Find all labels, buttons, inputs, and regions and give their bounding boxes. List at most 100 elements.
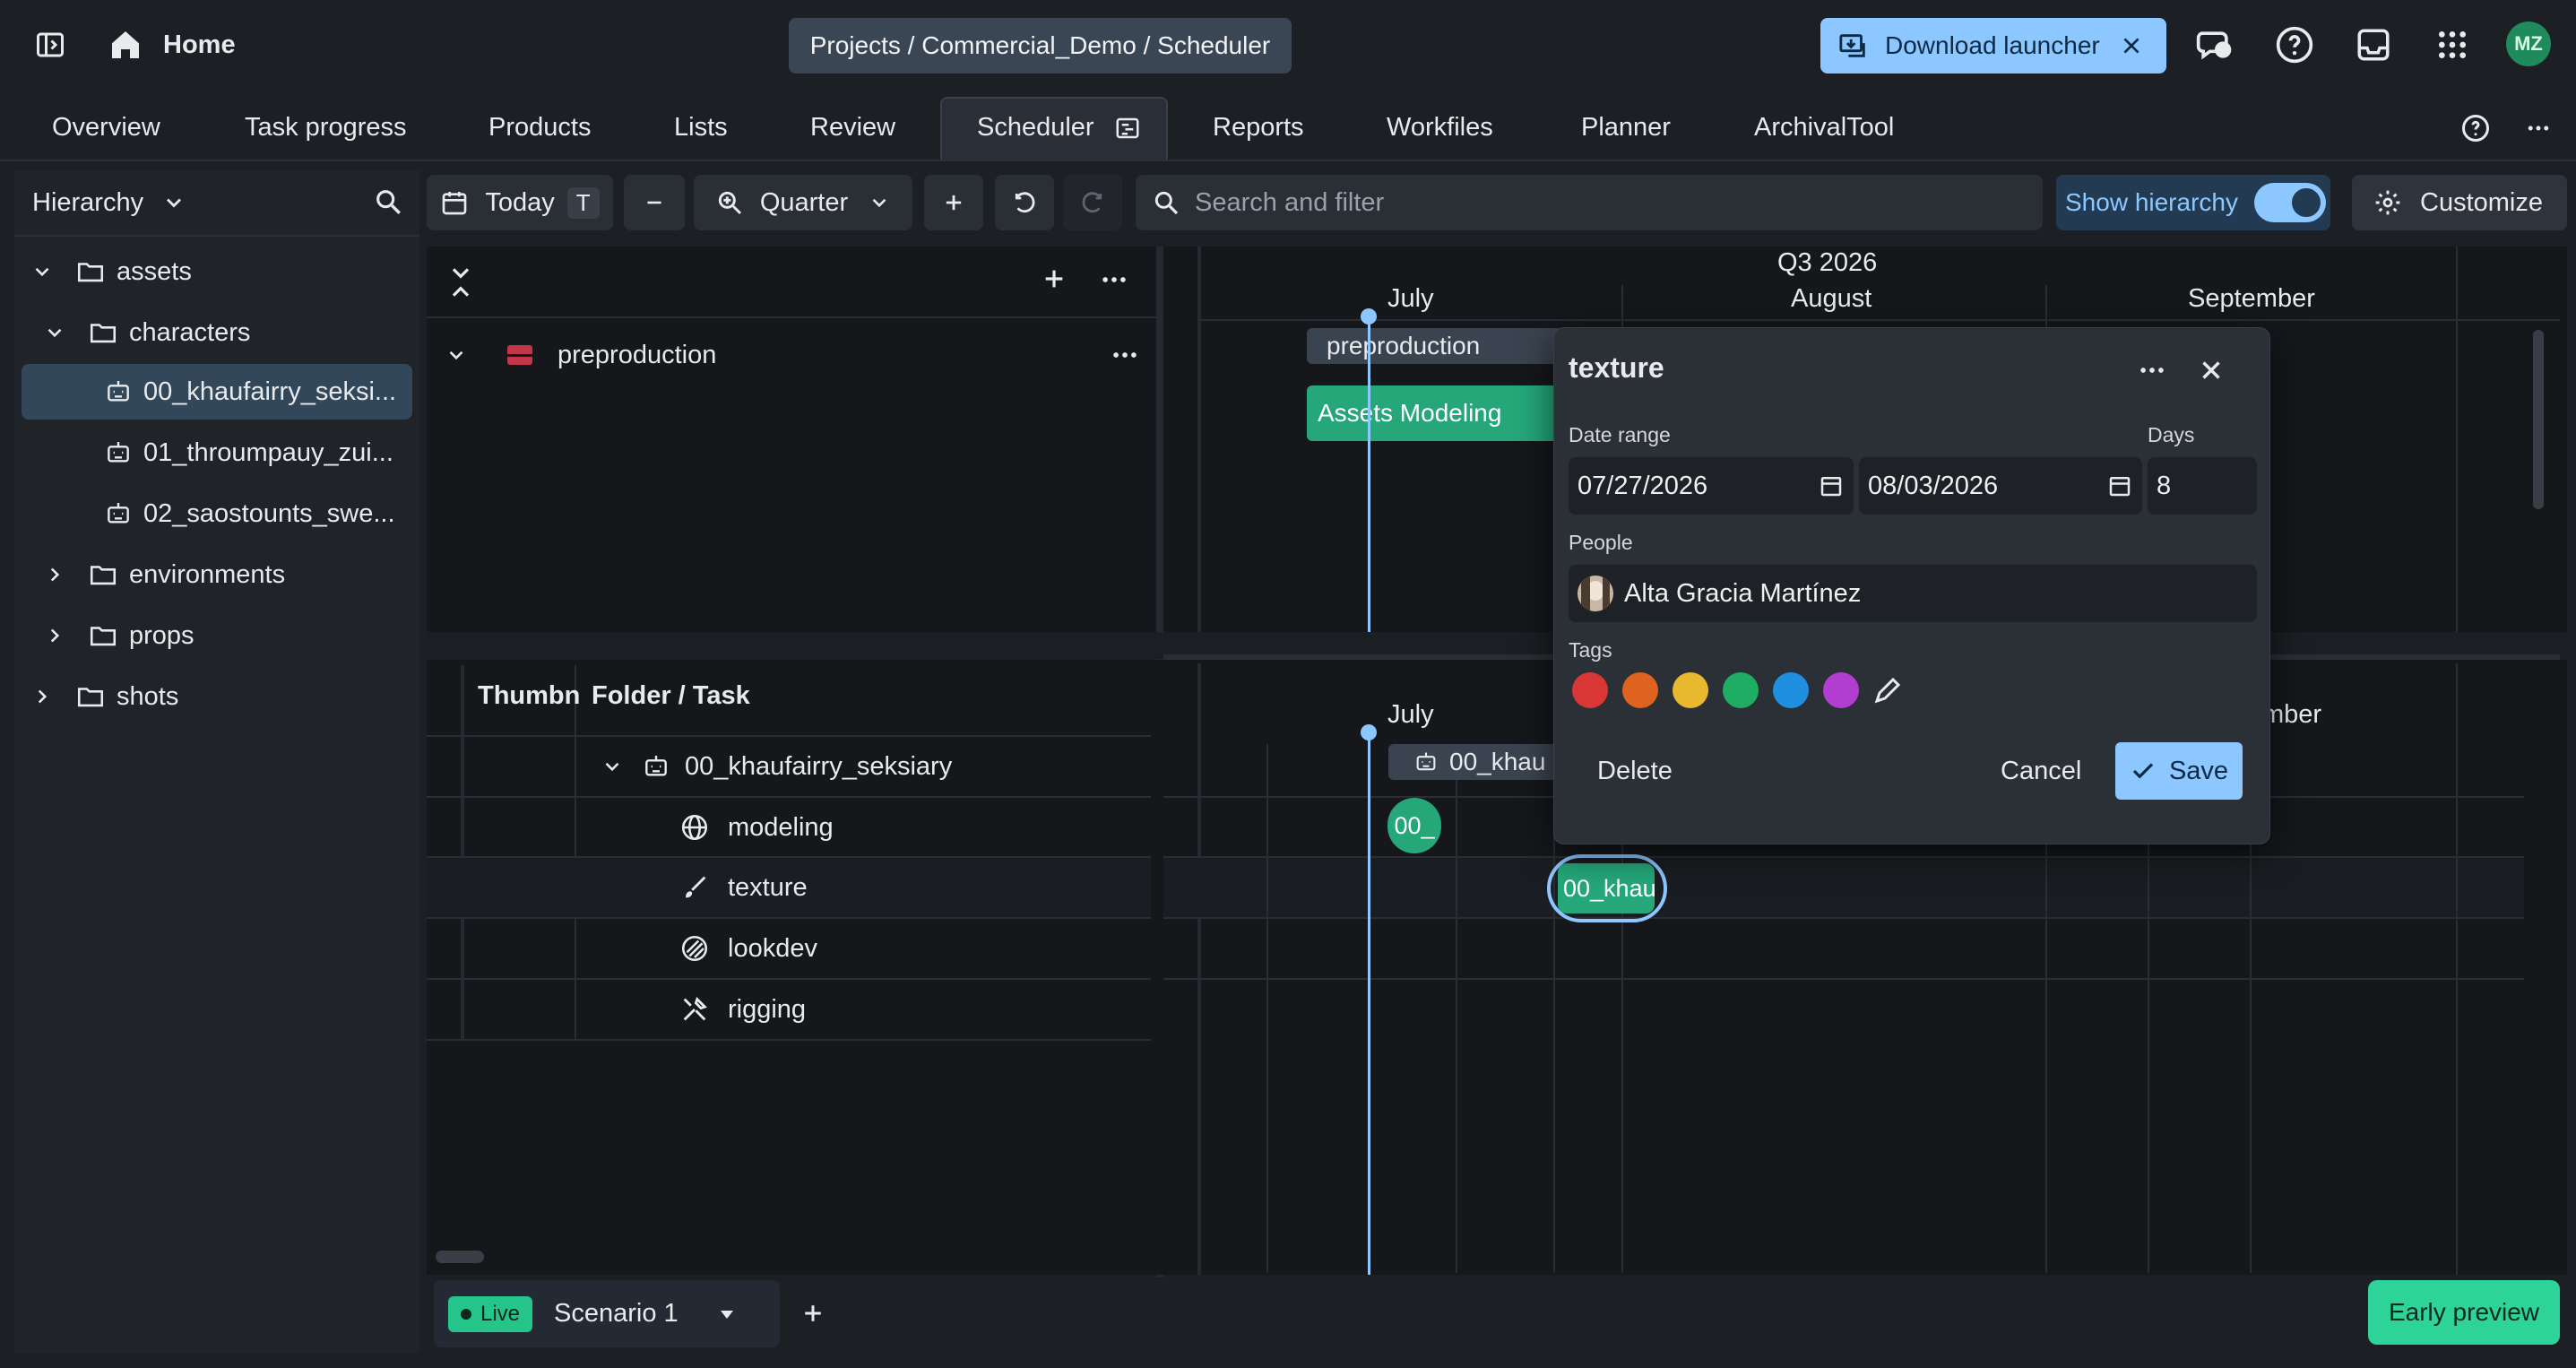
tab-task-progress[interactable]: Task progress [245, 94, 407, 161]
tab-workfiles[interactable]: Workfiles [1387, 94, 1493, 161]
tab-scheduler[interactable]: Scheduler [977, 94, 1141, 161]
early-preview-button[interactable]: Early preview [2368, 1280, 2560, 1345]
delete-button[interactable]: Delete [1597, 757, 1673, 786]
table-row[interactable]: 00_khaufairry_seksiary [592, 737, 1147, 796]
people-input[interactable]: Alta Gracia Martínez [1569, 565, 2257, 622]
task-bar-modeling[interactable]: 00_ [1387, 798, 1441, 853]
tree-item-01-throumpauy[interactable]: 01_throumpauy_zui... [104, 425, 393, 481]
chat-icon[interactable] [2190, 20, 2240, 70]
asset-icon [642, 752, 670, 781]
tag-yellow[interactable] [1673, 672, 1708, 708]
row-label: texture [728, 872, 808, 902]
tag-red[interactable] [1572, 672, 1608, 708]
save-button[interactable]: Save [2115, 742, 2243, 800]
chevron-down-icon[interactable] [30, 260, 63, 283]
calendar-icon[interactable] [1818, 472, 1845, 499]
tag-green[interactable] [1723, 672, 1759, 708]
horizontal-scrollbar[interactable] [436, 1251, 484, 1263]
tag-orange[interactable] [1622, 672, 1658, 708]
close-icon[interactable] [2120, 34, 2143, 57]
tree-item-characters[interactable]: characters [43, 305, 250, 360]
pencil-icon[interactable] [1871, 674, 1904, 706]
download-launcher-banner[interactable]: Download launcher [1820, 18, 2166, 74]
add-scenario-icon[interactable] [800, 1300, 826, 1327]
tree-item-assets[interactable]: assets [30, 244, 192, 299]
more-icon[interactable] [2137, 355, 2167, 385]
chevron-down-icon [868, 191, 891, 214]
apps-grid-icon[interactable] [2427, 20, 2477, 70]
popover-title: texture [1569, 351, 1664, 384]
calendar-icon[interactable] [2106, 472, 2133, 499]
tab-lists[interactable]: Lists [674, 94, 728, 161]
tab-reports[interactable]: Reports [1213, 94, 1304, 161]
caret-down-icon[interactable] [716, 1303, 738, 1325]
vertical-scrollbar[interactable] [2533, 330, 2544, 509]
tag-purple[interactable] [1823, 672, 1859, 708]
help-circle-icon[interactable] [2451, 103, 2501, 153]
more-icon[interactable] [1099, 264, 1129, 295]
tab-bar: Overview Task progress Products Lists Re… [0, 94, 2576, 161]
tab-archivaltool[interactable]: ArchivalTool [1754, 94, 1894, 161]
tree-item-label: shots [117, 681, 179, 711]
today-button[interactable]: Today T [427, 175, 613, 230]
more-icon[interactable] [2513, 103, 2563, 153]
chevron-right-icon[interactable] [30, 685, 63, 708]
collapse-all-icon[interactable] [446, 264, 475, 300]
user-avatar[interactable]: MZ [2506, 22, 2551, 66]
phase-row-preproduction[interactable]: preproduction [445, 328, 1144, 382]
tree-item-props[interactable]: props [43, 608, 194, 663]
chevron-down-icon[interactable] [43, 321, 75, 344]
scenario-selector[interactable]: Live Scenario 1 [434, 1280, 780, 1347]
table-row[interactable]: texture [679, 858, 808, 917]
customize-button[interactable]: Customize [2352, 175, 2567, 230]
table-row[interactable]: lookdev [679, 919, 817, 978]
tab-products[interactable]: Products [488, 94, 591, 161]
cancel-button[interactable]: Cancel [2001, 757, 2081, 786]
folder-bar[interactable]: 00_khau [1388, 744, 1559, 780]
tree-item-label: characters [129, 317, 251, 347]
days-input[interactable]: 8 [2148, 457, 2257, 515]
zoom-level-select[interactable]: Quarter [694, 175, 912, 230]
zoom-in-button[interactable] [924, 175, 983, 230]
chevron-down-icon[interactable] [601, 755, 624, 778]
phase-bar-preproduction[interactable]: preproduction [1307, 328, 1567, 364]
column-header-thumbnail[interactable]: Thumbn [478, 681, 580, 711]
end-date-input[interactable]: 08/03/2026 [1859, 457, 2142, 515]
search-icon[interactable] [373, 186, 403, 217]
tab-planner[interactable]: Planner [1581, 94, 1671, 161]
tree-item-02-saostounts[interactable]: 02_saostounts_swe... [104, 486, 395, 541]
show-hierarchy-toggle[interactable]: Show hierarchy [2056, 175, 2330, 230]
hierarchy-dropdown[interactable]: Hierarchy [32, 179, 186, 226]
row-label: lookdev [728, 933, 817, 963]
inbox-icon[interactable] [2348, 20, 2399, 70]
search-input[interactable]: Search and filter [1136, 175, 2043, 230]
table-row[interactable]: modeling [679, 798, 834, 857]
zoom-out-button[interactable] [624, 175, 685, 230]
tag-blue[interactable] [1773, 672, 1809, 708]
redo-button[interactable] [1063, 175, 1122, 230]
help-icon[interactable] [2269, 20, 2320, 70]
home-link[interactable]: Home [108, 20, 236, 70]
tree-item-00-khaufairry[interactable]: 00_khaufairry_seksi... [22, 364, 412, 420]
table-row[interactable]: rigging [679, 980, 806, 1039]
sidebar-toggle-icon[interactable] [25, 20, 75, 70]
task-bar-assets-modeling[interactable]: Assets Modeling [1307, 385, 1567, 441]
tree-item-shots[interactable]: shots [30, 669, 178, 724]
chevron-right-icon[interactable] [43, 624, 75, 647]
add-icon[interactable] [1040, 264, 1068, 293]
undo-button[interactable] [995, 175, 1054, 230]
close-icon[interactable] [2196, 355, 2226, 385]
chevron-down-icon [161, 190, 186, 215]
tree-item-environments[interactable]: environments [43, 547, 285, 602]
start-date-input[interactable]: 07/27/2026 [1569, 457, 1854, 515]
task-bar-texture[interactable]: 00_khau [1558, 863, 1655, 913]
toggle-switch[interactable] [2253, 183, 2326, 222]
breadcrumb[interactable]: Projects / Commercial_Demo / Scheduler [789, 18, 1292, 74]
tab-overview[interactable]: Overview [52, 94, 160, 161]
more-icon[interactable] [1110, 340, 1140, 370]
chevron-down-icon[interactable] [445, 343, 468, 367]
date-range-label: Date range [1569, 423, 1671, 446]
chevron-right-icon[interactable] [43, 563, 75, 586]
tab-review[interactable]: Review [810, 94, 895, 161]
column-header-folder-task[interactable]: Folder / Task [592, 681, 750, 711]
